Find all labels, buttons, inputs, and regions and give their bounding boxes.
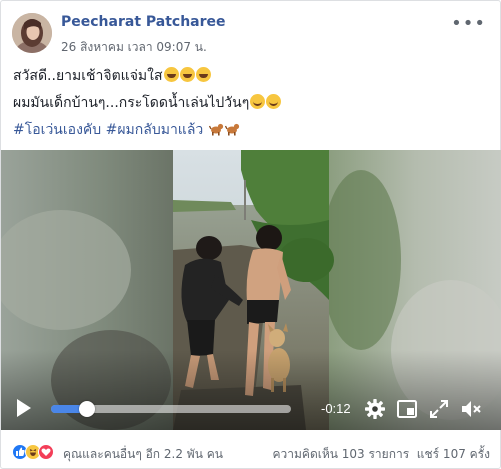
hashtag-link[interactable]: #โอเว่นเองคับ <box>13 122 101 138</box>
smiling-emoji <box>266 94 282 109</box>
ellipsis-icon[interactable]: ••• <box>451 13 486 34</box>
progress-handle[interactable] <box>79 401 95 417</box>
hashtag-link[interactable]: #ผมกลับมาแล้ว <box>106 122 204 138</box>
comments-count[interactable]: ความคิดเห็น 103 รายการ <box>273 447 410 461</box>
laughing-emoji <box>179 67 195 82</box>
post-timestamp[interactable]: 26 สิงหาคม เวลา 09:07 น. <box>61 38 207 57</box>
reaction-icons[interactable] <box>12 444 66 460</box>
post-text: สวัสดี..ยามเช้าจิตแจ่มใส <box>13 68 163 84</box>
smiling-emoji <box>250 94 266 109</box>
video-frame <box>1 150 501 430</box>
engagement-counts: ความคิดเห็น 103 รายการ แชร์ 107 ครั้ง <box>273 445 491 464</box>
avatar[interactable] <box>12 13 52 53</box>
fullscreen-icon[interactable] <box>428 398 450 420</box>
play-icon[interactable] <box>15 397 33 419</box>
progress-bar[interactable] <box>51 401 291 417</box>
post-text: ผมมันเด็กบ้านๆ...กระโดดน้ำเล่นไปวันๆ <box>13 95 250 111</box>
video-controls: -0:12 <box>1 389 501 429</box>
shares-count[interactable]: แชร์ 107 ครั้ง <box>417 447 490 461</box>
picture-in-picture-icon[interactable] <box>396 398 418 420</box>
laughing-emoji <box>163 67 179 82</box>
post-hashtags: #โอเว่นเองคับ #ผมกลับมาแล้ว <box>13 119 240 141</box>
post-text-line-1: สวัสดี..ยามเช้าจิตแจ่มใส <box>13 65 211 87</box>
reactions-summary[interactable]: คุณและคนอื่นๆ อีก 2.2 พัน คน <box>63 445 223 464</box>
dog-emoji <box>224 121 240 136</box>
volume-icon[interactable] <box>460 398 482 420</box>
time-remaining: -0:12 <box>321 401 351 416</box>
dog-emoji <box>208 121 224 136</box>
timestamp-text[interactable]: 26 สิงหาคม เวลา 09:07 น. <box>61 40 207 54</box>
love-icon <box>38 444 54 460</box>
post-footer: คุณและคนอื่นๆ อีก 2.2 พัน คน ความคิดเห็น… <box>1 431 501 469</box>
video-player[interactable]: -0:12 <box>1 150 501 430</box>
post-text-line-2: ผมมันเด็กบ้านๆ...กระโดดน้ำเล่นไปวันๆ <box>13 92 282 114</box>
laughing-emoji <box>195 67 211 82</box>
post-card: Peecharat Patcharee 26 สิงหาคม เวลา 09:0… <box>0 0 501 469</box>
author-name[interactable]: Peecharat Patcharee <box>61 14 226 30</box>
profile-photo <box>12 13 52 53</box>
settings-gear-icon[interactable] <box>364 398 386 420</box>
